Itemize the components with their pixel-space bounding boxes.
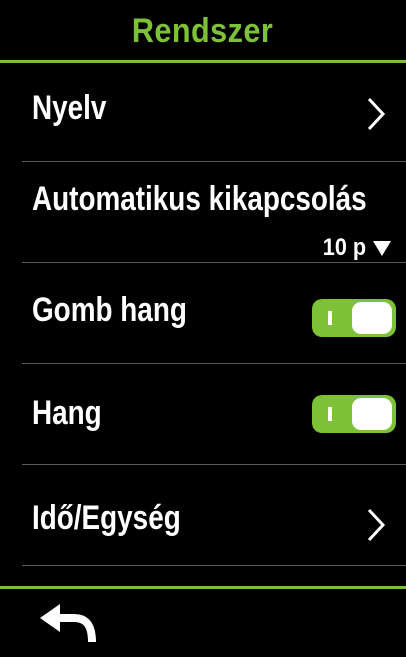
menu-item-label: Idő/Egység — [32, 499, 181, 537]
header: Rendszer — [0, 0, 406, 62]
divider — [22, 565, 406, 566]
button-sound-toggle[interactable] — [312, 299, 396, 337]
menu-item-label: Hang — [32, 394, 102, 432]
menu-item-language[interactable]: Nyelv — [0, 63, 406, 161]
toggle-on-mark — [328, 407, 332, 421]
menu-item-sound[interactable]: Hang — [0, 364, 406, 464]
toggle-knob — [352, 398, 392, 430]
toggle-knob — [352, 302, 392, 334]
menu-item-time-unit[interactable]: Idő/Egység — [0, 465, 406, 565]
auto-off-value[interactable]: 10 p — [318, 234, 392, 262]
triangle-down-icon — [373, 241, 391, 256]
menu-item-label: Nyelv — [32, 89, 107, 127]
footer-divider — [0, 586, 406, 589]
back-arrow-icon[interactable] — [40, 604, 96, 644]
auto-off-value-text: 10 p — [322, 234, 366, 261]
menu-item-label: Automatikus kikapcsolás — [32, 180, 367, 218]
menu-item-button-sound[interactable]: Gomb hang — [0, 263, 406, 363]
chevron-right-icon — [367, 508, 386, 542]
toggle-on-mark — [328, 311, 332, 325]
menu-item-label: Gomb hang — [32, 291, 187, 329]
sound-toggle[interactable] — [312, 395, 396, 433]
page-title: Rendszer — [132, 11, 274, 50]
chevron-right-icon — [367, 97, 386, 131]
